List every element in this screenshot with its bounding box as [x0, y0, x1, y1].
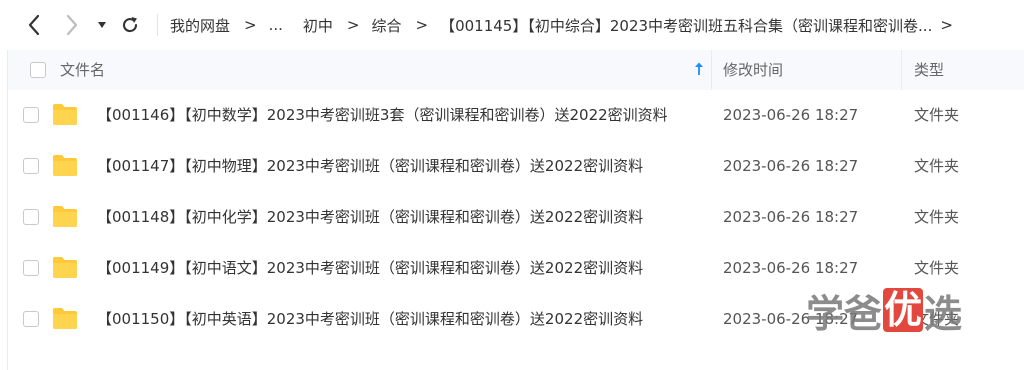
table-row[interactable]: 【001148】【初中化学】2023中考密训班（密训课程和密训卷）送2022密训…	[8, 192, 1024, 243]
row-checkbox[interactable]	[23, 311, 39, 327]
breadcrumb-item-comprehensive[interactable]: 综合	[372, 15, 402, 36]
toolbar-separator	[157, 14, 158, 36]
table-row[interactable]: 【001147】【初中物理】2023中考密训班（密训课程和密训卷）送2022密训…	[8, 141, 1024, 192]
column-header-modified[interactable]: 修改时间	[723, 50, 783, 90]
modified-date: 2023-06-26 18:27	[723, 208, 859, 226]
breadcrumb: 我的网盘 > ... 初中 > 综合 > 【001145】【初中综合】2023中…	[170, 13, 965, 37]
folder-icon	[53, 257, 77, 278]
modified-date: 2023-06-26 18:27	[723, 157, 859, 175]
chevron-right-icon: >	[346, 16, 360, 34]
sort-ascending-icon[interactable]	[694, 62, 704, 80]
forward-arrow-icon[interactable]	[60, 12, 84, 38]
refresh-icon[interactable]	[118, 12, 142, 38]
watermark-char: 学	[806, 291, 845, 336]
row-checkbox[interactable]	[23, 158, 39, 174]
folder-icon	[53, 206, 77, 227]
column-divider[interactable]	[711, 50, 712, 90]
file-name[interactable]: 【001150】【初中英语】2023中考密训班（密训课程和密训卷）送2022密训…	[97, 294, 643, 345]
folder-icon	[53, 308, 77, 329]
row-checkbox[interactable]	[23, 107, 39, 123]
table-row[interactable]: 【001146】【初中数学】2023中考密训班3套（密训课程和密训卷）送2022…	[8, 90, 1024, 141]
breadcrumb-item-current-folder[interactable]: 【001145】【初中综合】2023中考密训班五科合集（密训课程和密训卷...	[440, 15, 932, 36]
file-name[interactable]: 【001146】【初中数学】2023中考密训班3套（密训课程和密训卷）送2022…	[97, 90, 668, 141]
breadcrumb-item-my-drive[interactable]: 我的网盘	[170, 15, 230, 36]
file-name[interactable]: 【001147】【初中物理】2023中考密训班（密训课程和密训卷）送2022密训…	[97, 141, 643, 192]
file-list-header: 文件名 修改时间 类型	[8, 50, 1024, 90]
watermark-logo: 学 爸 优 选	[806, 286, 962, 336]
file-name[interactable]: 【001148】【初中化学】2023中考密训班（密训课程和密训卷）送2022密训…	[97, 192, 643, 243]
folder-icon	[53, 155, 77, 176]
chevron-right-icon[interactable]: >	[940, 16, 953, 34]
file-type: 文件夹	[914, 157, 960, 175]
file-type: 文件夹	[914, 106, 960, 124]
chevron-right-icon: >	[415, 16, 429, 34]
toolbar: 我的网盘 > ... 初中 > 综合 > 【001145】【初中综合】2023中…	[0, 0, 1024, 50]
back-arrow-icon[interactable]	[22, 12, 46, 38]
row-checkbox[interactable]	[23, 209, 39, 225]
select-all-checkbox[interactable]	[30, 62, 46, 78]
breadcrumb-item-ellipsis[interactable]: ...	[269, 16, 283, 34]
breadcrumb-item-junior-high[interactable]: 初中	[303, 15, 333, 36]
folder-icon	[53, 104, 77, 125]
column-divider[interactable]	[901, 50, 902, 90]
file-type: 文件夹	[914, 208, 960, 226]
modified-date: 2023-06-26 18:27	[723, 106, 859, 124]
watermark-char: 爸	[844, 291, 883, 336]
watermark-char-highlight: 优	[883, 288, 924, 332]
file-name[interactable]: 【001149】【初中语文】2023中考密训班（密训课程和密训卷）送2022密训…	[97, 243, 643, 294]
dropdown-caret-icon[interactable]	[92, 12, 112, 38]
chevron-right-icon: >	[244, 16, 257, 34]
watermark-char: 选	[924, 291, 963, 336]
column-header-name[interactable]: 文件名	[60, 50, 105, 90]
row-checkbox[interactable]	[23, 260, 39, 276]
column-header-type[interactable]: 类型	[914, 50, 944, 90]
